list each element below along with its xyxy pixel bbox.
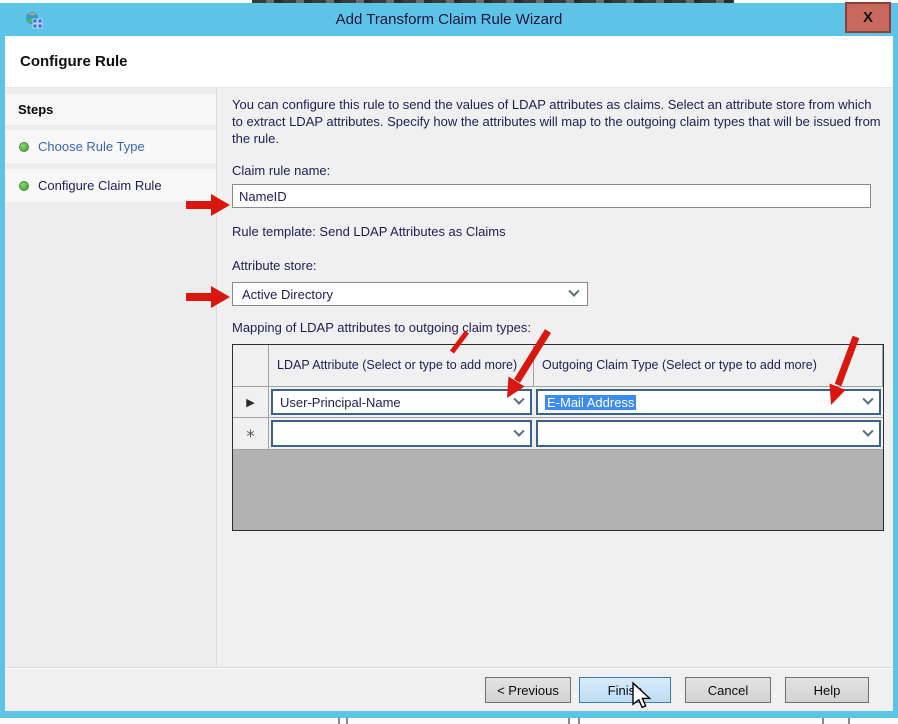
rule-description: You can configure this rule to send the …	[232, 96, 882, 147]
mapping-label: Mapping of LDAP attributes to outgoing c…	[232, 320, 893, 336]
table-cell	[269, 418, 534, 450]
combo-value-selected: E-Mail Address	[545, 395, 636, 410]
mapping-table: LDAP Attribute (Select or type to add mo…	[232, 344, 884, 531]
cancel-button[interactable]: Cancel	[685, 677, 771, 703]
outgoing-claim-type-combo-row2[interactable]	[536, 420, 881, 447]
combo-value: User-Principal-Name	[280, 395, 401, 410]
step-item-configure-claim-rule: Configure Claim Rule	[5, 169, 216, 202]
claim-rule-name-input[interactable]	[232, 184, 871, 208]
table-empty-area	[233, 450, 883, 530]
main-content: You can configure this rule to send the …	[217, 88, 893, 667]
chevron-down-icon[interactable]	[513, 425, 524, 436]
ldap-attribute-combo-row2[interactable]	[271, 420, 532, 447]
help-button[interactable]: Help	[785, 677, 869, 703]
table-corner-cell	[233, 345, 269, 387]
steps-sidebar: Steps Choose Rule Type Configure Claim R…	[5, 88, 217, 667]
wizard-dialog: Add Transform Claim Rule Wizard X Config…	[0, 3, 898, 719]
column-header-ldap-attribute: LDAP Attribute (Select or type to add mo…	[269, 345, 534, 387]
attribute-store-value: Active Directory	[242, 287, 333, 302]
chevron-down-icon[interactable]	[862, 425, 873, 436]
adfs-app-icon	[25, 11, 43, 29]
step-complete-icon	[19, 142, 29, 152]
rule-template-text: Rule template: Send LDAP Attributes as C…	[232, 224, 893, 240]
claim-rule-name-label: Claim rule name:	[232, 163, 893, 179]
chevron-down-icon	[568, 286, 579, 297]
step-label: Configure Claim Rule	[38, 178, 162, 193]
row-header-current-row[interactable]: ▶	[233, 387, 269, 418]
window-title: Add Transform Claim Rule Wizard	[5, 11, 893, 28]
page-title: Configure Rule	[20, 53, 128, 70]
steps-heading: Steps	[5, 94, 216, 125]
previous-button[interactable]: < Previous	[485, 677, 571, 703]
attribute-store-label: Attribute store:	[232, 258, 893, 274]
titlebar[interactable]: Add Transform Claim Rule Wizard X	[5, 3, 893, 36]
chevron-down-icon[interactable]	[513, 394, 524, 405]
table-cell: E-Mail Address	[534, 387, 883, 418]
table-cell: User-Principal-Name	[269, 387, 534, 418]
finish-button[interactable]: Finish	[579, 677, 671, 703]
outgoing-claim-type-combo-row1[interactable]: E-Mail Address	[536, 389, 881, 415]
footer-button-bar: < Previous Finish Cancel Help	[5, 667, 893, 711]
ldap-attribute-combo-row1[interactable]: User-Principal-Name	[271, 389, 532, 415]
step-label: Choose Rule Type	[38, 139, 145, 154]
step-complete-icon	[19, 181, 29, 191]
background-window-bottom-edge	[0, 718, 898, 724]
chevron-down-icon[interactable]	[862, 394, 873, 405]
page-heading-strip: Configure Rule	[5, 36, 893, 88]
table-cell	[534, 418, 883, 450]
step-item-choose-rule-type: Choose Rule Type	[5, 130, 216, 163]
close-button[interactable]: X	[845, 2, 891, 33]
attribute-store-select[interactable]: Active Directory	[232, 282, 588, 306]
column-header-outgoing-claim-type: Outgoing Claim Type (Select or type to a…	[534, 345, 883, 387]
row-header-new-row[interactable]: *	[233, 418, 269, 450]
